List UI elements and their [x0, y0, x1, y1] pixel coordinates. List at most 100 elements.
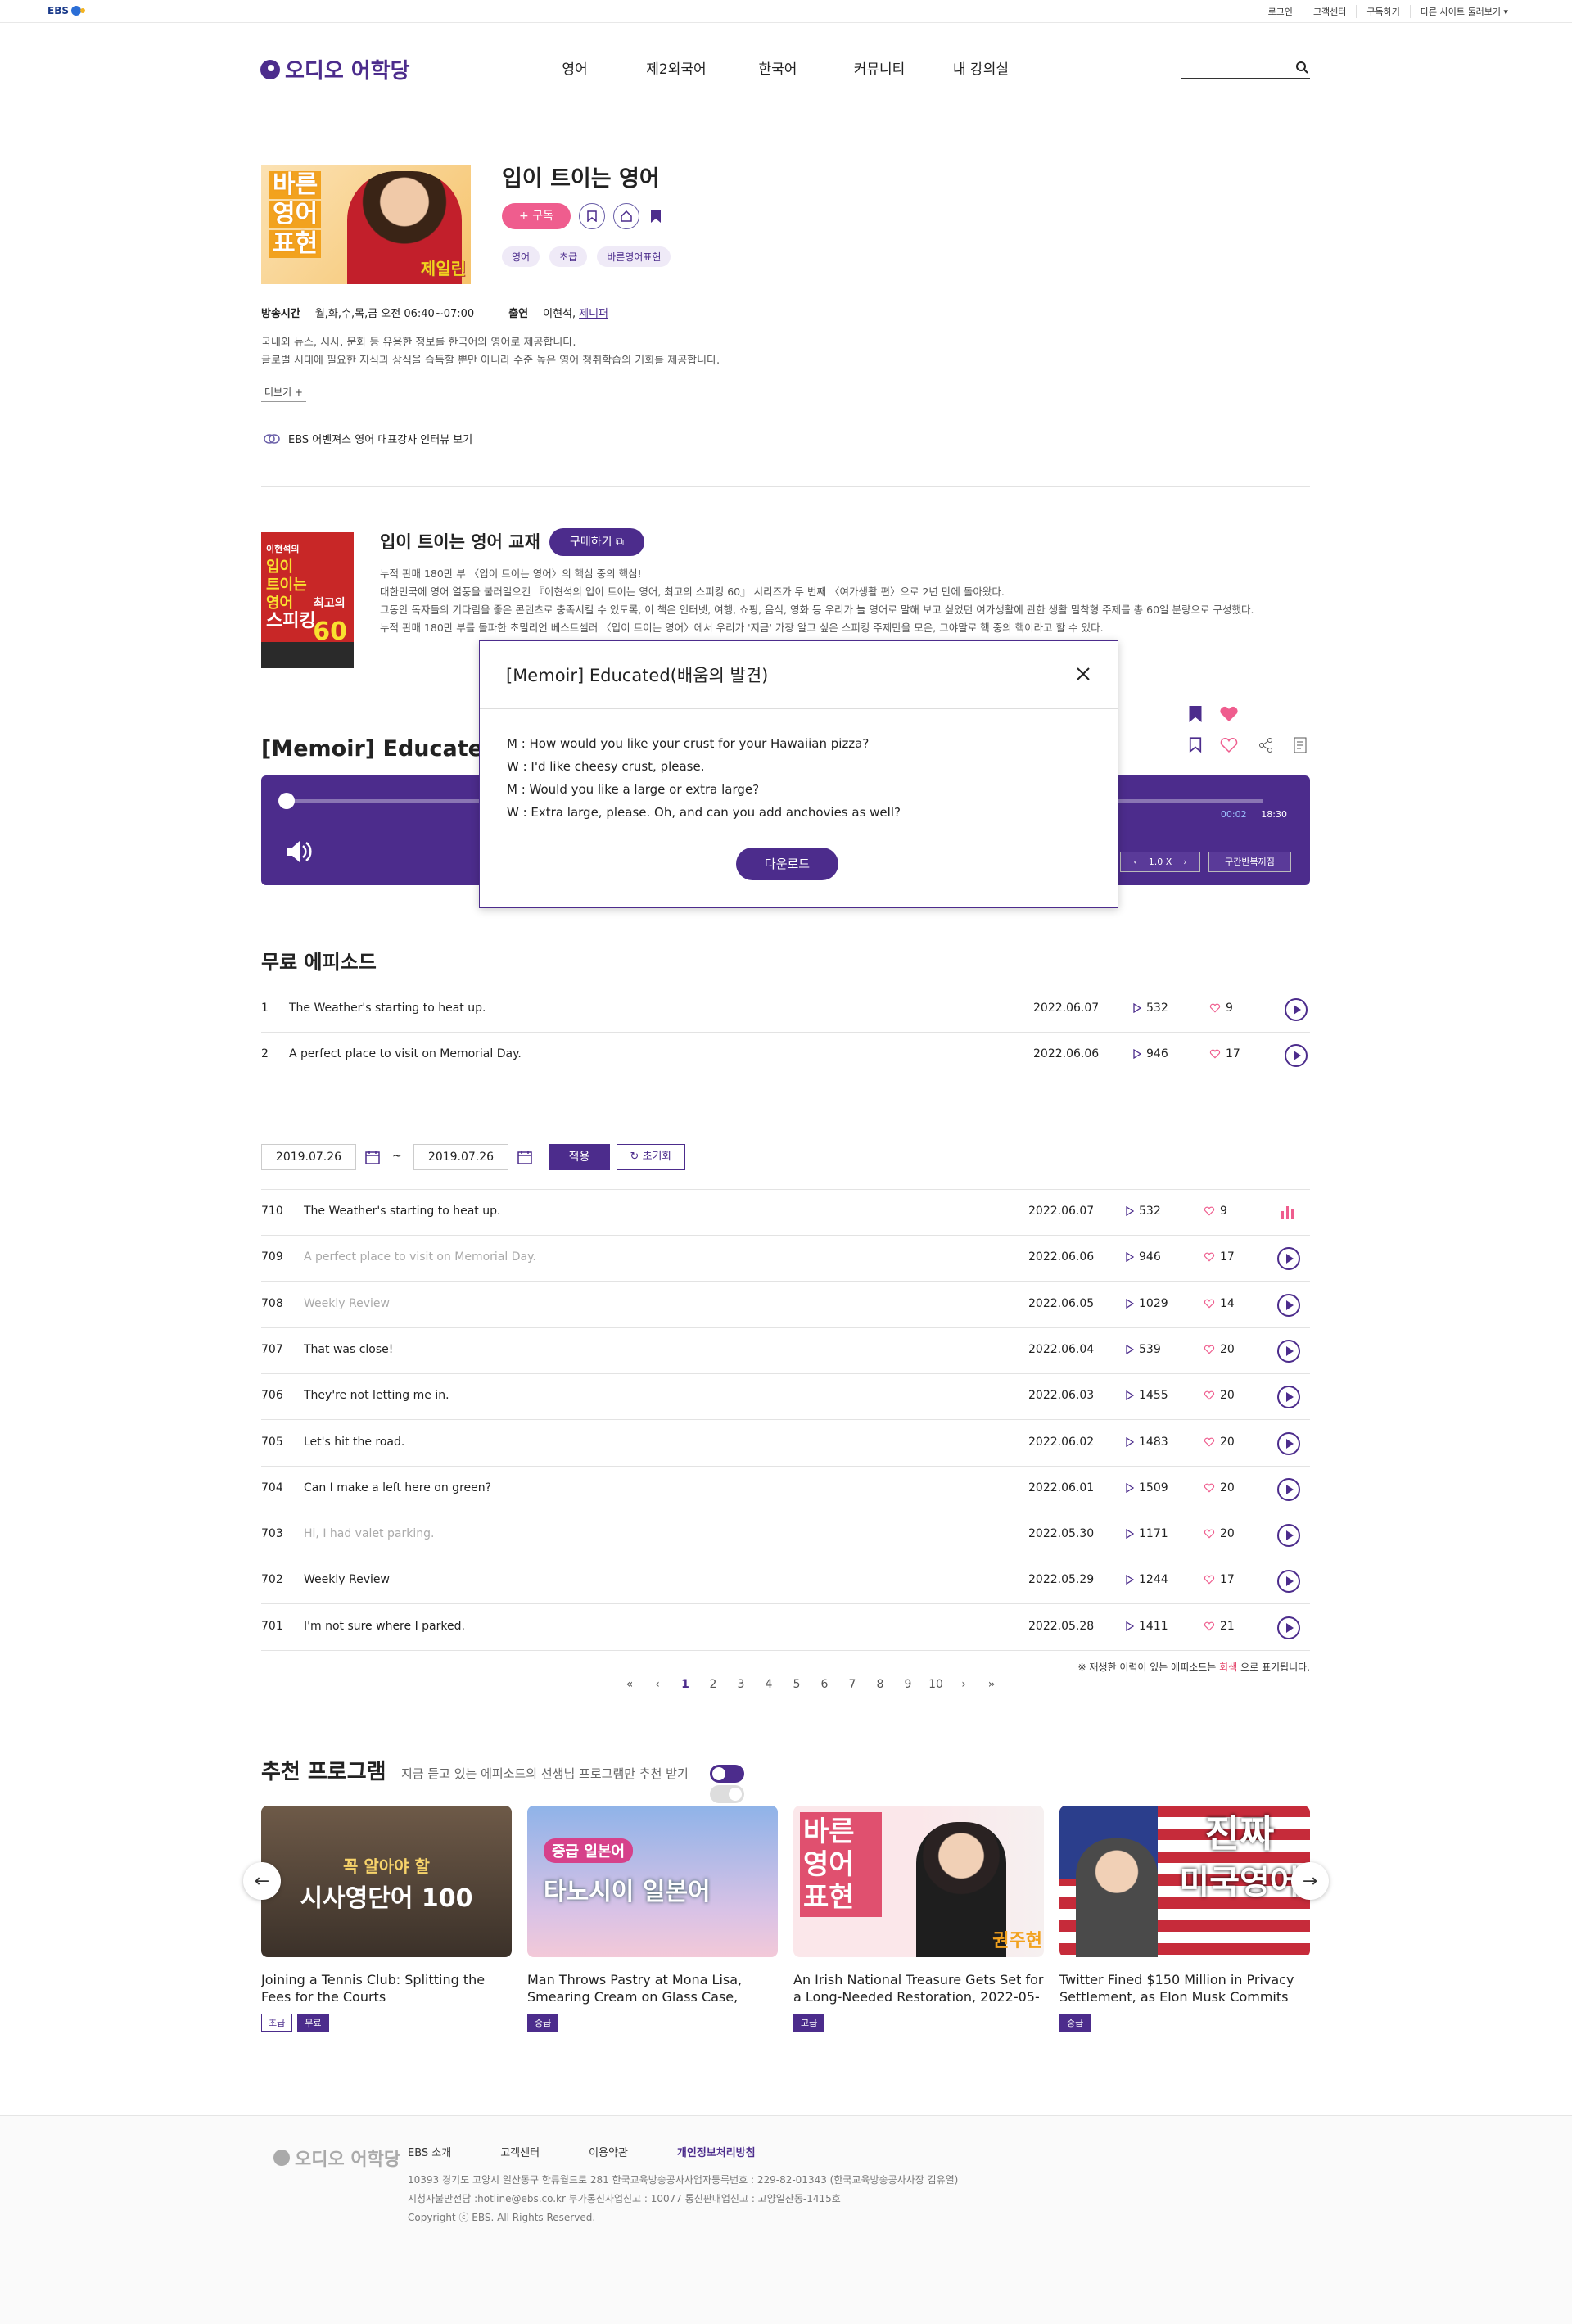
- nav-my-classroom[interactable]: 내 강의실: [930, 57, 1032, 78]
- episode-title[interactable]: Weekly Review: [304, 1297, 390, 1310]
- play-button[interactable]: [1285, 1044, 1308, 1067]
- episode-row[interactable]: 706 They're not letting me in. 2022.06.03 1…: [261, 1374, 1310, 1421]
- bookmark-filled-icon[interactable]: [1189, 706, 1202, 722]
- script-icon[interactable]: [1294, 737, 1308, 753]
- date-from-input[interactable]: 2019.07.26: [261, 1144, 356, 1170]
- bookmark-filled-icon[interactable]: [651, 210, 661, 223]
- heart-filled-icon[interactable]: [1219, 706, 1239, 722]
- episode-title[interactable]: The Weather's starting to heat up.: [304, 1205, 500, 1218]
- footer-link-privacy[interactable]: 개인정보처리방침: [677, 2144, 779, 2159]
- episode-row[interactable]: 707 That was close! 2022.06.04 539 20: [261, 1328, 1310, 1374]
- volume-icon[interactable]: [282, 836, 314, 867]
- play-button[interactable]: [1277, 1616, 1300, 1639]
- nav-korean[interactable]: 한국어: [727, 57, 829, 78]
- page-number[interactable]: 6: [811, 1678, 838, 1691]
- nav-community[interactable]: 커뮤니티: [829, 57, 930, 78]
- calendar-icon[interactable]: [364, 1149, 381, 1165]
- recommend-card[interactable]: 바른 영어 표현 권주현 An Irish National Treasure …: [793, 1806, 1044, 2032]
- search-input[interactable]: [1181, 59, 1310, 79]
- top-link-subscribe[interactable]: 구독하기: [1356, 5, 1409, 18]
- prev-page-button[interactable]: ‹: [644, 1678, 671, 1691]
- play-button[interactable]: [1277, 1477, 1300, 1501]
- first-page-button[interactable]: «: [616, 1678, 644, 1691]
- episode-row[interactable]: 1 The Weather's starting to heat up. 2022.…: [261, 987, 1310, 1033]
- episode-row[interactable]: 704 Can I make a left here on green? 2022.…: [261, 1467, 1310, 1512]
- bookmark-outline-button[interactable]: [579, 203, 605, 229]
- recommend-card[interactable]: 진짜 미국영어 Twitter Fined $150 Million in Pr…: [1059, 1806, 1310, 2032]
- top-link-support[interactable]: 고객센터: [1302, 5, 1356, 18]
- footer-link-terms[interactable]: 이용약관: [589, 2144, 651, 2159]
- play-button[interactable]: [1277, 1247, 1300, 1271]
- play-button[interactable]: [1277, 1339, 1300, 1363]
- search-icon[interactable]: [1295, 61, 1308, 74]
- interview-link[interactable]: EBS 어벤져스 영어 대표강사 인터뷰 보기: [264, 431, 472, 446]
- book-cover[interactable]: 이현석의 입이 트이는 영어 최고의 스피킹 60: [261, 532, 354, 668]
- nav-english[interactable]: 영어: [524, 57, 626, 78]
- page-number[interactable]: 3: [727, 1678, 755, 1691]
- bookmark-icon[interactable]: [1189, 737, 1202, 753]
- play-button[interactable]: [1277, 1431, 1300, 1455]
- page-number[interactable]: 7: [838, 1678, 866, 1691]
- page-number[interactable]: 2: [699, 1678, 727, 1691]
- speed-control[interactable]: ‹ 1.0 X ›: [1120, 852, 1200, 872]
- play-button[interactable]: [1277, 1524, 1300, 1548]
- carousel-prev-button[interactable]: ←: [243, 1862, 281, 1900]
- episode-title[interactable]: I'm not sure where I parked.: [304, 1620, 465, 1633]
- episode-row[interactable]: 703 Hi, I had valet parking. 2022.05.30 117…: [261, 1512, 1310, 1559]
- episode-title[interactable]: Weekly Review: [304, 1573, 390, 1586]
- download-button[interactable]: 다운로드: [736, 848, 838, 880]
- ebs-logo[interactable]: EBS: [47, 5, 85, 16]
- episode-row[interactable]: 702 Weekly Review 2022.05.29 1244 17: [261, 1558, 1310, 1605]
- page-number[interactable]: 1: [671, 1678, 699, 1691]
- reset-button[interactable]: ↻ 초기화: [617, 1144, 685, 1170]
- last-page-button[interactable]: »: [978, 1678, 1005, 1691]
- play-button[interactable]: [1285, 998, 1308, 1021]
- episode-row[interactable]: 710 The Weather's starting to heat up. 202…: [261, 1190, 1310, 1236]
- repeat-toggle[interactable]: 구간반복꺼짐: [1208, 852, 1291, 872]
- episode-title[interactable]: Let's hit the road.: [304, 1436, 404, 1449]
- play-button[interactable]: [1277, 1570, 1300, 1594]
- more-button[interactable]: 더보기 +: [261, 385, 306, 402]
- episode-row[interactable]: 709 A perfect place to visit on Memorial …: [261, 1236, 1310, 1282]
- progress-knob[interactable]: [278, 793, 295, 809]
- apply-button[interactable]: 적용: [549, 1144, 610, 1170]
- play-button[interactable]: [1277, 1386, 1300, 1409]
- footer-link-about[interactable]: EBS 소개: [408, 2144, 474, 2159]
- episode-row[interactable]: 705 Let's hit the road. 2022.06.02 1483 20: [261, 1421, 1310, 1467]
- home-button[interactable]: [613, 203, 639, 229]
- next-page-button[interactable]: ›: [950, 1678, 978, 1691]
- episode-title[interactable]: A perfect place to visit on Memorial Day…: [304, 1250, 536, 1264]
- cast-link[interactable]: 제니퍼: [579, 305, 608, 320]
- site-logo[interactable]: 오디오 어학당: [260, 54, 410, 84]
- recommend-card[interactable]: 꼭 알아야 할 시사영단어 100 Joining a Tennis Club:…: [261, 1806, 512, 2032]
- calendar-icon[interactable]: [517, 1149, 533, 1165]
- episode-title[interactable]: That was close!: [304, 1343, 393, 1356]
- page-number[interactable]: 9: [894, 1678, 922, 1691]
- tag[interactable]: 초급: [549, 246, 588, 267]
- page-number[interactable]: 5: [783, 1678, 811, 1691]
- top-link-other-sites[interactable]: 다른 사이트 둘러보기 ▾: [1409, 5, 1518, 18]
- episode-title[interactable]: A perfect place to visit on Memorial Day…: [289, 1047, 522, 1060]
- tag[interactable]: 바른영어표현: [597, 246, 671, 267]
- episode-title[interactable]: Can I make a left here on green?: [304, 1481, 491, 1494]
- episode-title[interactable]: The Weather's starting to heat up.: [289, 1001, 486, 1015]
- tag[interactable]: 영어: [502, 246, 540, 267]
- episode-title[interactable]: They're not letting me in.: [304, 1389, 449, 1402]
- page-number[interactable]: 10: [922, 1678, 950, 1691]
- date-to-input[interactable]: 2019.07.26: [413, 1144, 508, 1170]
- play-button[interactable]: [1277, 1293, 1300, 1317]
- page-number[interactable]: 4: [755, 1678, 783, 1691]
- share-icon[interactable]: [1258, 737, 1274, 753]
- episode-title[interactable]: Hi, I had valet parking.: [304, 1527, 434, 1540]
- page-number[interactable]: 8: [866, 1678, 894, 1691]
- episode-row[interactable]: 708 Weekly Review 2022.06.05 1029 14: [261, 1282, 1310, 1328]
- top-link-login[interactable]: 로그인: [1258, 5, 1303, 18]
- episode-row[interactable]: 2 A perfect place to visit on Memorial Da…: [261, 1033, 1310, 1078]
- recommend-toggle[interactable]: [710, 1765, 744, 1783]
- carousel-next-button[interactable]: →: [1291, 1862, 1329, 1900]
- nav-second-language[interactable]: 제2외국어: [626, 57, 727, 78]
- close-icon[interactable]: [1073, 664, 1093, 684]
- episode-row[interactable]: 701 I'm not sure where I parked. 2022.05.2…: [261, 1605, 1310, 1651]
- recommend-card[interactable]: 중급 일본어 타노시이 일본어 Man Throws Pastry at Mon…: [527, 1806, 778, 2032]
- recommend-toggle-off[interactable]: [710, 1785, 744, 1803]
